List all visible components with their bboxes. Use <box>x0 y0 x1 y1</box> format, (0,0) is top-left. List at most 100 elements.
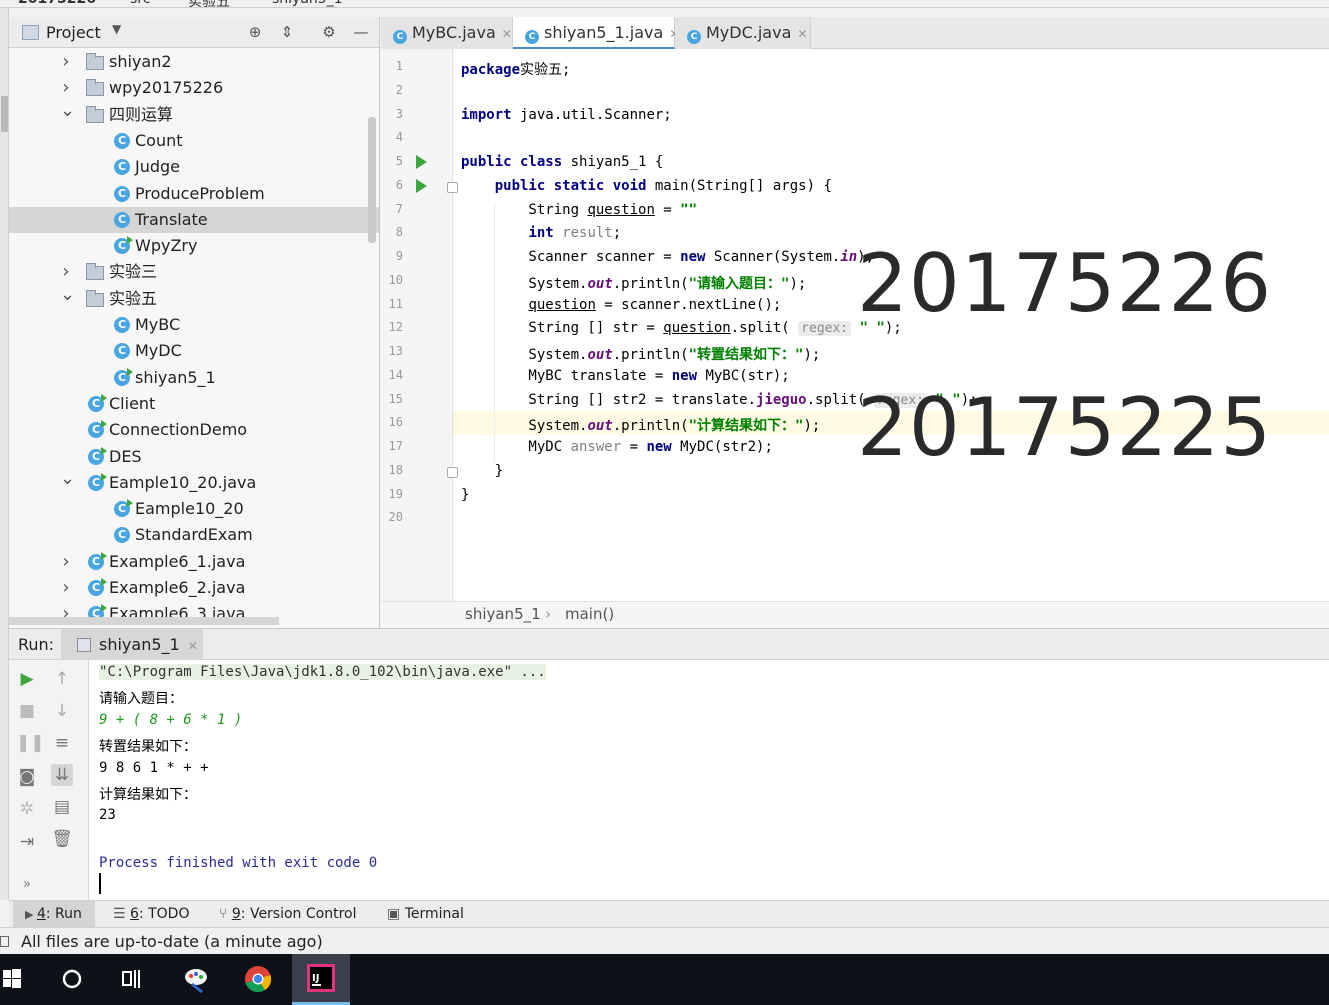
tree-item[interactable]: C Eample10_20 <box>9 496 379 522</box>
pause-icon[interactable]: ❚❚ <box>16 732 45 754</box>
close-icon[interactable]: ✕ <box>502 27 512 41</box>
code-line[interactable]: question = scanner.nextLine(); <box>461 297 781 313</box>
tree-item[interactable]: C WpyZry <box>9 233 379 259</box>
line-number[interactable]: 20 <box>381 510 403 524</box>
code-line[interactable]: System.out.println("转置结果如下："); <box>461 344 820 364</box>
project-panel-title[interactable]: Project <box>46 23 101 42</box>
tab-mybc[interactable]: C MyBC.java ✕ <box>381 17 513 49</box>
chevron-down-icon[interactable]: ▼ <box>112 22 121 36</box>
fold-icon[interactable] <box>447 466 458 478</box>
code-line[interactable]: MyDC answer = new MyDC(str2); <box>461 439 772 455</box>
settings-icon[interactable]: ✲ <box>16 798 38 820</box>
stop-icon[interactable]: ■ <box>16 700 38 722</box>
code-line[interactable]: System.out.println("请输入题目："); <box>461 273 806 293</box>
rerun-icon[interactable]: ▶ <box>16 668 38 690</box>
line-number[interactable]: 6 <box>381 178 403 192</box>
tree-item[interactable]: C MyDC <box>9 338 379 364</box>
tree-item[interactable]: C ProduceProblem <box>9 181 379 207</box>
tool-tab-version-control[interactable]: ⑂ 9: Version Control <box>219 901 379 928</box>
breadcrumb-method[interactable]: main() <box>565 605 614 623</box>
code-line[interactable]: System.out.println("计算结果如下："); <box>461 415 820 435</box>
line-number[interactable]: 7 <box>381 202 403 216</box>
breadcrumb-project[interactable]: 20175226 <box>18 0 96 7</box>
tool-tab-terminal[interactable]: ▣ Terminal <box>387 901 477 928</box>
code-line[interactable]: } <box>461 487 469 503</box>
status-icon[interactable] <box>0 936 9 947</box>
arrow-down-icon[interactable]: ↓ <box>51 700 73 722</box>
line-number[interactable]: 1 <box>381 59 403 73</box>
breadcrumb-file[interactable]: shiyan5_1 <box>272 0 343 7</box>
chevron-down-icon[interactable]: ⌄ <box>60 466 75 492</box>
soft-wrap-icon[interactable]: ≡ <box>51 732 73 754</box>
more-icon[interactable]: » <box>16 874 38 896</box>
line-number[interactable]: 10 <box>381 273 403 287</box>
breadcrumb-package[interactable]: 实验五 <box>188 0 230 7</box>
exit-icon[interactable]: ⇥ <box>16 831 38 853</box>
tree-item[interactable]: C Client <box>9 391 379 417</box>
line-number[interactable]: 17 <box>381 439 403 453</box>
line-number[interactable]: 9 <box>381 249 403 263</box>
line-number[interactable]: 5 <box>381 154 403 168</box>
tree-item[interactable]: ⌄ 四则运算 <box>9 100 379 128</box>
scroll-to-end-icon[interactable]: ⇊ <box>51 764 73 786</box>
tree-item[interactable]: C Translate <box>9 206 379 233</box>
run-tab[interactable]: shiyan5_1 ✕ <box>61 629 203 660</box>
tree-item[interactable]: Cshiyan5_1 <box>9 365 379 391</box>
close-icon[interactable]: ✕ <box>797 27 807 41</box>
tab-mydc[interactable]: C MyDC.java ✕ <box>675 17 811 49</box>
hide-panel-icon[interactable]: — <box>353 24 369 40</box>
camera-icon[interactable]: ◙ <box>16 766 38 788</box>
tree-item[interactable]: ⌄ C Eample10_20.java <box>9 468 379 496</box>
collapse-all-icon[interactable]: ⇕ <box>279 24 295 40</box>
chevron-down-icon[interactable]: ⌄ <box>60 282 75 308</box>
line-number[interactable]: 4 <box>381 130 403 144</box>
line-number[interactable]: 14 <box>381 368 403 382</box>
code-line[interactable]: String question = "" <box>461 202 705 218</box>
tree-item[interactable]: C Count <box>9 128 379 154</box>
locate-icon[interactable]: ⊕ <box>247 24 263 40</box>
tree-item[interactable]: C MyBC <box>9 312 379 338</box>
line-number[interactable]: 16 <box>381 415 403 429</box>
tool-tab-todo[interactable]: ☰ 6: TODO <box>113 901 205 928</box>
project-scrollbar[interactable] <box>368 117 376 243</box>
task-view-icon[interactable] <box>106 954 158 1005</box>
code-line[interactable]: import java.util.Scanner; <box>461 107 672 123</box>
line-number[interactable]: 3 <box>381 107 403 121</box>
tool-tab-run[interactable]: ▶ 4: Run <box>13 901 95 928</box>
tree-item[interactable]: C Judge <box>9 154 379 180</box>
line-number[interactable]: 2 <box>381 83 403 97</box>
line-number[interactable]: 12 <box>381 320 403 334</box>
windows-start-icon[interactable] <box>0 954 52 1005</box>
chevron-right-icon[interactable]: › <box>60 49 72 75</box>
chrome-icon[interactable] <box>232 954 284 1005</box>
paint-app-icon[interactable] <box>170 954 222 1005</box>
tree-item[interactable]: C ConnectionDemo <box>9 417 379 443</box>
trash-icon[interactable]: 🗑 <box>51 828 73 850</box>
code-line[interactable]: package实验五; <box>461 59 570 79</box>
line-gutter[interactable]: 1 2 3 4 5 6 7 8 9 10 11 12 13 14 15 16 17 18 19 20 <box>381 49 458 601</box>
tree-item[interactable]: ⌄ 实验五 <box>9 284 379 312</box>
run-gutter-icon[interactable] <box>416 155 427 169</box>
tree-item[interactable]: C StandardExam <box>9 522 379 548</box>
arrow-up-icon[interactable]: ↑ <box>51 668 73 690</box>
print-icon[interactable]: ▤ <box>51 796 73 818</box>
line-number[interactable]: 18 <box>381 463 403 477</box>
code-line[interactable]: Scanner scanner = new Scanner(System.in)… <box>461 249 874 265</box>
fold-icon[interactable] <box>447 181 458 193</box>
code-line[interactable]: public class shiyan5_1 { <box>461 154 663 170</box>
tree-item[interactable]: › C Example6_2.java <box>9 575 379 601</box>
project-tool-button[interactable] <box>1 96 8 132</box>
tree-item[interactable]: › C Example6_1.java <box>9 549 379 575</box>
line-number[interactable]: 11 <box>381 297 403 311</box>
run-gutter-icon[interactable] <box>416 178 427 193</box>
breadcrumb-class[interactable]: shiyan5_1 <box>465 605 541 623</box>
code-line[interactable]: } <box>461 463 503 479</box>
code-line[interactable]: MyBC translate = new MyBC(str); <box>461 368 789 384</box>
chevron-right-icon[interactable]: › <box>60 575 72 601</box>
line-number[interactable]: 8 <box>381 225 403 239</box>
tab-shiyan5-1[interactable]: Cshiyan5_1.java✕ <box>513 17 679 49</box>
code-line[interactable]: String [] str = question.split( regex: "… <box>461 320 902 337</box>
line-number[interactable]: 13 <box>381 344 403 358</box>
tree-item[interactable]: › shiyan2 <box>9 49 379 75</box>
gear-icon[interactable]: ⚙ <box>321 24 337 40</box>
